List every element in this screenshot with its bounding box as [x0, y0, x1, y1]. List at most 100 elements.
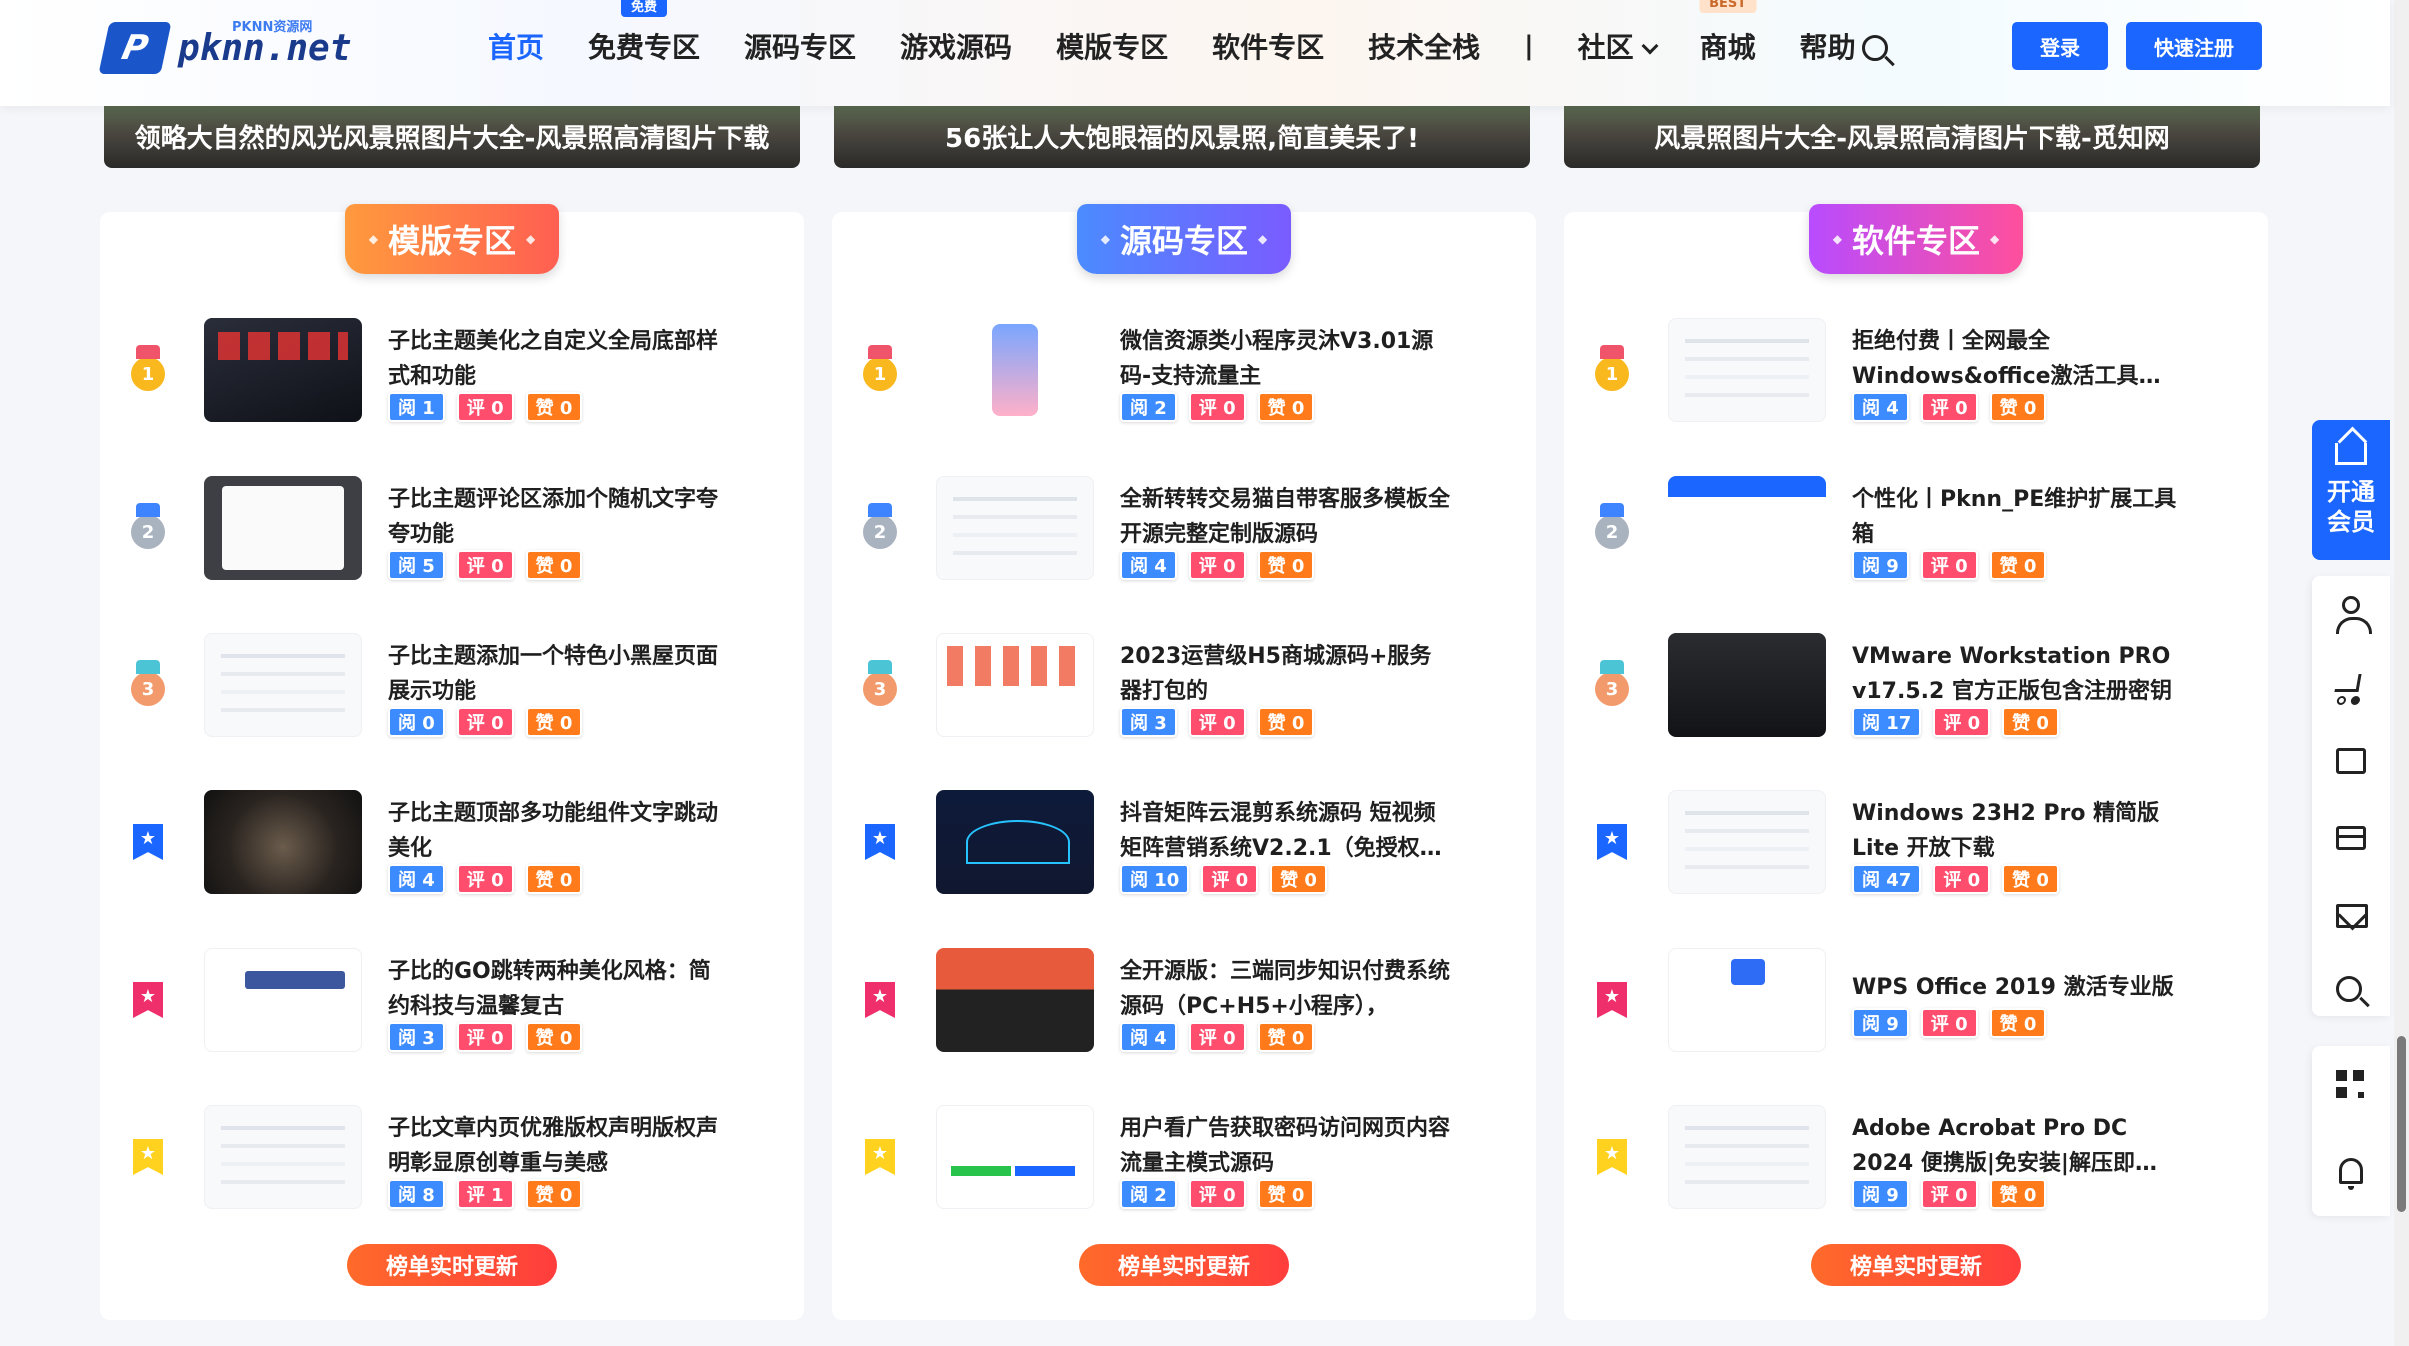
item-thumbnail[interactable] — [204, 318, 362, 422]
item-thumbnail[interactable] — [204, 476, 362, 580]
search-icon[interactable] — [1861, 35, 1888, 61]
list-item[interactable]: ★ 子比文章内页优雅版权声明版权声明彰显原创尊重与美感 阅 8 评 1 赞 0 — [126, 1105, 786, 1211]
item-thumbnail[interactable] — [204, 948, 362, 1052]
comment-count: 评 0 — [1920, 1179, 1978, 1209]
site-logo[interactable]: P pknn.net PKNN资源网 — [98, 18, 351, 78]
item-thumbnail[interactable] — [204, 1105, 362, 1209]
ticket-icon[interactable] — [2336, 748, 2366, 774]
list-item[interactable]: ★ 子比主题顶部多功能组件文字跳动美化 阅 4 评 0 赞 0 — [126, 790, 786, 896]
banner-caption: 领略大自然的风光风景照图片大全-风景照高清图片下载 — [134, 123, 770, 154]
comment-count: 评 0 — [1188, 550, 1246, 580]
like-count: 赞 0 — [1257, 707, 1315, 737]
item-title[interactable]: 子比主题添加一个特色小黑屋页面展示功能 — [388, 639, 718, 709]
list-item[interactable]: 1 子比主题美化之自定义全局底部样式和功能 阅 1 评 0 赞 0 — [126, 318, 786, 424]
list-item[interactable]: ★ 用户看广告获取密码访问网页内容流量主模式源码 阅 2 评 0 赞 0 — [858, 1105, 1518, 1211]
item-thumbnail[interactable] — [204, 790, 362, 894]
item-title[interactable]: 全新转转交易猫自带客服多模板全开源完整定制版源码 — [1120, 482, 1450, 552]
nav-tech[interactable]: 技术全栈 — [1368, 26, 1480, 66]
item-thumbnail[interactable] — [1668, 633, 1826, 737]
cart-icon[interactable] — [2334, 674, 2362, 692]
vip-button[interactable]: 开通会员 — [2312, 420, 2390, 560]
item-thumbnail[interactable] — [204, 633, 362, 737]
item-thumbnail[interactable] — [936, 318, 1094, 422]
item-thumbnail[interactable] — [936, 476, 1094, 580]
list-item[interactable]: 3 VMware Workstation PRO v17.5.2 官方正版包含注… — [1590, 633, 2250, 739]
panel-title: 模版专区 — [345, 204, 559, 274]
item-title[interactable]: Adobe Acrobat Pro DC 2024 便携版|免安装|解压即用|M… — [1852, 1111, 2182, 1181]
read-count: 阅 1 — [388, 392, 445, 422]
comment-count: 评 0 — [456, 707, 514, 737]
item-title[interactable]: 拒绝付费丨全网最全Windows&office激活工具合集 — [1852, 324, 2182, 394]
item-thumbnail[interactable] — [1668, 948, 1826, 1052]
read-count: 阅 4 — [388, 864, 445, 894]
item-title[interactable]: 微信资源类小程序灵沐V3.01源码-支持流量主 — [1120, 324, 1450, 394]
nav-shop[interactable]: BEST 商城 — [1699, 0, 1757, 66]
search-icon[interactable] — [2336, 976, 2362, 1002]
nav-community[interactable]: 社区 — [1578, 26, 1659, 66]
item-title[interactable]: 个性化丨Pknn_PE维护扩展工具箱 — [1852, 482, 2182, 552]
item-title[interactable]: 2023运营级H5商城源码+服务器打包的 — [1120, 639, 1450, 709]
item-stats: 阅 4 评 0 赞 0 — [1120, 1022, 1326, 1052]
nav-template[interactable]: 模版专区 — [1056, 26, 1168, 66]
login-button[interactable]: 登录 — [2012, 22, 2108, 70]
realtime-update-button[interactable]: 榜单实时更新 — [347, 1244, 557, 1286]
list-item[interactable]: 2 全新转转交易猫自带客服多模板全开源完整定制版源码 阅 4 评 0 赞 0 — [858, 476, 1518, 582]
register-button[interactable]: 快速注册 — [2126, 22, 2262, 70]
item-title[interactable]: 子比主题顶部多功能组件文字跳动美化 — [388, 796, 718, 866]
qrcode-icon[interactable] — [2336, 1070, 2364, 1098]
item-title[interactable]: 子比的GO跳转两种美化风格：简约科技与温馨复古 — [388, 954, 718, 1024]
list-item[interactable]: 1 拒绝付费丨全网最全Windows&office激活工具合集 阅 4 评 0 … — [1590, 318, 2250, 424]
list-item[interactable]: ★ Adobe Acrobat Pro DC 2024 便携版|免安装|解压即用… — [1590, 1105, 2250, 1211]
item-title[interactable]: 全开源版：三端同步知识付费系统源码（PC+H5+小程序）， — [1120, 954, 1450, 1024]
list-item[interactable]: ★ 全开源版：三端同步知识付费系统源码（PC+H5+小程序）， 阅 4 评 0 … — [858, 948, 1518, 1054]
item-title[interactable]: VMware Workstation PRO v17.5.2 官方正版包含注册密… — [1852, 639, 2182, 709]
scrollbar-thumb[interactable] — [2397, 1036, 2406, 1212]
banner-card-3[interactable]: 风景照图片大全-风景照高清图片下载-觅知网 — [1564, 104, 2260, 168]
like-count: 赞 0 — [525, 1022, 583, 1052]
item-title[interactable]: Windows 23H2 Pro 精简版 Lite 开放下载 — [1852, 796, 2182, 866]
nav-free[interactable]: 免费 免费专区 — [588, 0, 700, 66]
nav-game-source[interactable]: 游戏源码 — [900, 26, 1012, 66]
list-item[interactable]: 3 2023运营级H5商城源码+服务器打包的 阅 3 评 0 赞 0 — [858, 633, 1518, 739]
gift-icon[interactable] — [2336, 826, 2366, 850]
page-scrollbar[interactable] — [2394, 0, 2409, 1346]
list-item[interactable]: 3 子比主题添加一个特色小黑屋页面展示功能 阅 0 评 0 赞 0 — [126, 633, 786, 739]
list-item[interactable]: ★ 子比的GO跳转两种美化风格：简约科技与温馨复古 阅 3 评 0 赞 0 — [126, 948, 786, 1054]
nav-software[interactable]: 软件专区 — [1212, 26, 1324, 66]
read-count: 阅 4 — [1852, 392, 1909, 422]
list-item[interactable]: 2 个性化丨Pknn_PE维护扩展工具箱 阅 9 评 0 赞 0 — [1590, 476, 2250, 582]
nav-source[interactable]: 源码专区 — [744, 26, 856, 66]
item-thumbnail[interactable] — [936, 790, 1094, 894]
comment-count: 评 0 — [1188, 707, 1246, 737]
item-stats: 阅 5 评 0 赞 0 — [388, 550, 594, 580]
item-title[interactable]: 用户看广告获取密码访问网页内容流量主模式源码 — [1120, 1111, 1450, 1181]
rank-medal-icon: 2 — [131, 503, 165, 549]
item-thumbnail[interactable] — [936, 948, 1094, 1052]
list-item[interactable]: 2 子比主题评论区添加个随机文字夸夸功能 阅 5 评 0 赞 0 — [126, 476, 786, 582]
item-title[interactable]: 子比主题美化之自定义全局底部样式和功能 — [388, 324, 718, 394]
list-item[interactable]: ★ WPS Office 2019 激活专业版 阅 9 评 0 赞 0 — [1590, 948, 2250, 1054]
item-thumbnail[interactable] — [936, 1105, 1094, 1209]
item-title[interactable]: 子比文章内页优雅版权声明版权声明彰显原创尊重与美感 — [388, 1111, 718, 1181]
item-thumbnail[interactable] — [936, 633, 1094, 737]
comment-count: 评 0 — [1188, 392, 1246, 422]
item-thumbnail[interactable] — [1668, 1105, 1826, 1209]
item-thumbnail[interactable] — [1668, 790, 1826, 894]
banner-card-1[interactable]: 领略大自然的风光风景照图片大全-风景照高清图片下载 — [104, 104, 800, 168]
realtime-update-button[interactable]: 榜单实时更新 — [1811, 1244, 2021, 1286]
list-item[interactable]: ★ 抖音矩阵云混剪系统源码 短视频矩阵营销系统V2.2.1（免授权版） 阅 10… — [858, 790, 1518, 896]
list-item[interactable]: ★ Windows 23H2 Pro 精简版 Lite 开放下载 阅 47 评 … — [1590, 790, 2250, 896]
list-item[interactable]: 1 微信资源类小程序灵沐V3.01源码-支持流量主 阅 2 评 0 赞 0 — [858, 318, 1518, 424]
mail-icon[interactable] — [2336, 904, 2368, 928]
item-title[interactable]: 子比主题评论区添加个随机文字夸夸功能 — [388, 482, 718, 552]
nav-home[interactable]: 首页 — [488, 26, 544, 66]
banner-card-2[interactable]: 56张让人大饱眼福的风景照,简直美呆了! — [834, 104, 1530, 168]
item-thumbnail[interactable] — [1668, 318, 1826, 422]
item-title[interactable]: 抖音矩阵云混剪系统源码 短视频矩阵营销系统V2.2.1（免授权版） — [1120, 796, 1450, 866]
bell-icon[interactable] — [2339, 1158, 2363, 1190]
item-title[interactable]: WPS Office 2019 激活专业版 — [1852, 970, 2182, 1005]
nav-help[interactable]: 帮助 — [1800, 26, 1888, 66]
realtime-update-button[interactable]: 榜单实时更新 — [1079, 1244, 1289, 1286]
user-icon[interactable] — [2336, 596, 2372, 634]
item-thumbnail[interactable] — [1668, 476, 1826, 580]
